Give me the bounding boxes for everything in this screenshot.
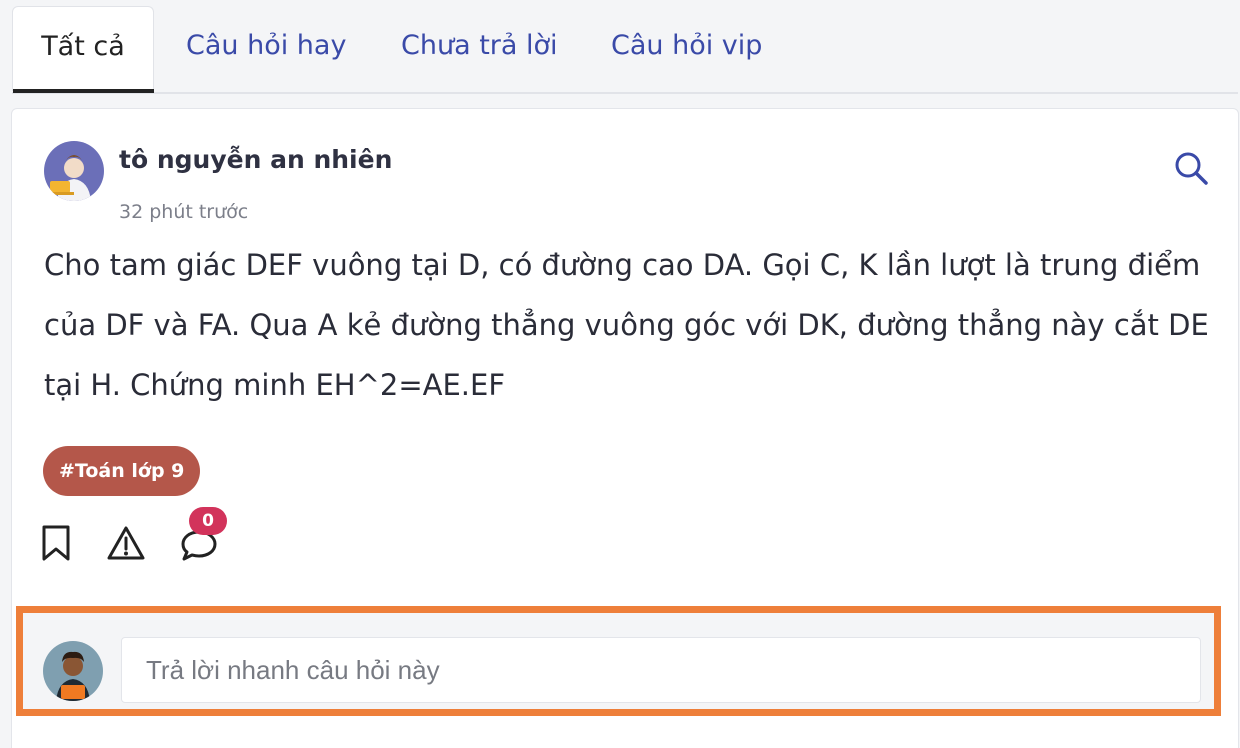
tab-unanswered[interactable]: Chưa trả lời — [401, 6, 558, 90]
tab-bar: Tất cả Câu hỏi hay Chưa trả lời Câu hỏi … — [12, 6, 1238, 94]
subject-tag[interactable]: #Toán lớp 9 — [43, 446, 201, 496]
post-time: 32 phút trước — [119, 201, 249, 223]
question-text: Cho tam giác DEF vuông tại D, có đường c… — [44, 248, 1209, 402]
quick-reply-input[interactable] — [121, 637, 1201, 703]
author-avatar[interactable] — [44, 141, 104, 201]
comment-count-badge: 0 — [189, 507, 227, 535]
search-icon[interactable] — [1172, 149, 1210, 187]
tab-all[interactable]: Tất cả — [12, 6, 154, 93]
tab-good-questions[interactable]: Câu hỏi hay — [186, 6, 346, 90]
tab-vip-questions[interactable]: Câu hỏi vip — [611, 6, 762, 90]
quick-reply-box — [16, 606, 1221, 716]
warning-icon[interactable] — [104, 521, 148, 565]
bookmark-icon[interactable] — [40, 521, 72, 565]
question-feed: Tất cả Câu hỏi hay Chưa trả lời Câu hỏi … — [0, 0, 1240, 748]
author-name[interactable]: tô nguyễn an nhiên — [119, 145, 392, 174]
user-avatar — [43, 641, 103, 701]
